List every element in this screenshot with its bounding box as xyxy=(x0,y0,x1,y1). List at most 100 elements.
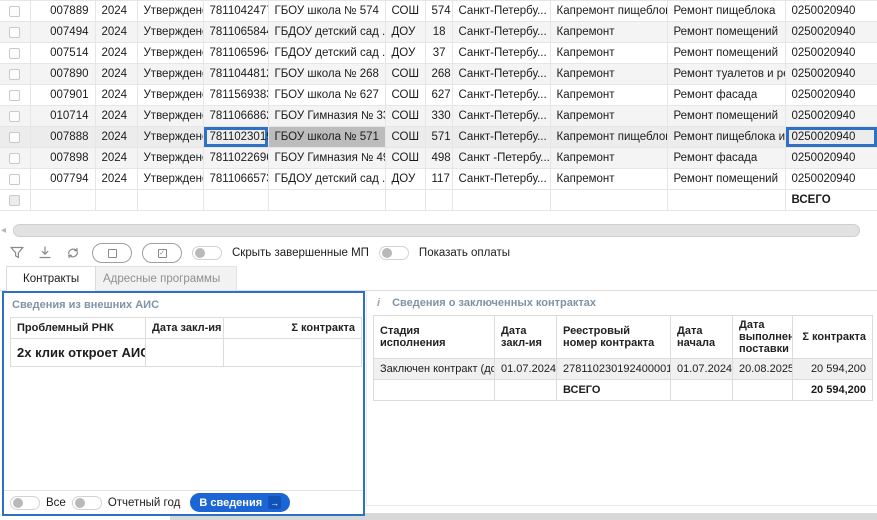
row-checkbox[interactable] xyxy=(9,153,20,164)
row-checkbox-cell[interactable] xyxy=(0,64,30,85)
cell-year[interactable]: 2024 xyxy=(95,22,137,43)
cell-num[interactable]: 18 xyxy=(425,22,452,43)
cell-type[interactable]: ДОУ xyxy=(385,43,425,64)
cell-status[interactable]: Утверждено xyxy=(137,1,203,22)
cell-status[interactable]: Утверждено xyxy=(137,22,203,43)
cell-code[interactable]: ВСЕГО xyxy=(785,190,877,211)
row-checkbox[interactable] xyxy=(9,174,20,185)
scrollbar-thumb[interactable] xyxy=(13,224,860,237)
table-horizontal-scrollbar[interactable]: ◂ xyxy=(0,224,877,238)
cell-program[interactable]: Капремонт xyxy=(550,169,667,190)
row-checkbox-cell[interactable] xyxy=(0,127,30,148)
cell-id[interactable]: 007494 xyxy=(30,22,95,43)
table-row[interactable]: 0107142024Утверждено7811066862ГБОУ Гимна… xyxy=(0,106,877,127)
cell-year[interactable]: 2024 xyxy=(95,85,137,106)
cell-id[interactable] xyxy=(30,190,95,211)
cell-city[interactable]: Санкт-Петербу... xyxy=(452,22,550,43)
row-checkbox-cell[interactable] xyxy=(0,190,30,211)
empty-cell[interactable] xyxy=(146,339,224,367)
cell-num[interactable]: 37 xyxy=(425,43,452,64)
cell-status[interactable]: Утверждено xyxy=(137,64,203,85)
row-checkbox-cell[interactable] xyxy=(0,43,30,64)
cell-year[interactable]: 2024 xyxy=(95,1,137,22)
cell-num[interactable]: 627 xyxy=(425,85,452,106)
select-all-button[interactable]: ✓ xyxy=(142,243,182,263)
cell-year[interactable]: 2024 xyxy=(95,64,137,85)
cell-type[interactable]: СОШ xyxy=(385,127,425,148)
cell-year[interactable]: 2024 xyxy=(95,106,137,127)
cell-status[interactable]: Утверждено xyxy=(137,148,203,169)
cell-code[interactable]: 0250020940 xyxy=(785,85,877,106)
tab-contracts[interactable]: Контракты xyxy=(6,266,96,291)
cell-rnk[interactable] xyxy=(203,190,268,211)
cell-type[interactable]: СОШ xyxy=(385,1,425,22)
row-checkbox-cell[interactable] xyxy=(0,85,30,106)
table-row[interactable]: Заключен контракт (до...01.07.2024278110… xyxy=(374,359,873,380)
cell-name[interactable]: ГБОУ школа № 627 xyxy=(268,85,385,106)
cell-status[interactable]: Утверждено xyxy=(137,169,203,190)
row-checkbox[interactable] xyxy=(9,132,20,143)
cell-rnk[interactable]: 7811065844 xyxy=(203,22,268,43)
cell-id[interactable]: 007901 xyxy=(30,85,95,106)
contract-cell[interactable]: 20.08.2025 xyxy=(733,359,793,380)
cell-work[interactable]: Ремонт фасада xyxy=(667,148,785,169)
contract-cell[interactable]: 20 594,200 xyxy=(793,359,873,380)
row-checkbox[interactable] xyxy=(9,111,20,122)
cell-type[interactable]: ДОУ xyxy=(385,169,425,190)
cell-year[interactable]: 2024 xyxy=(95,127,137,148)
report-year-toggle[interactable] xyxy=(72,496,102,510)
cell-id[interactable]: 007889 xyxy=(30,1,95,22)
cell-id[interactable]: 007514 xyxy=(30,43,95,64)
cell-type[interactable]: СОШ xyxy=(385,106,425,127)
cell-work[interactable]: Ремонт пищеблока и ... xyxy=(667,127,785,148)
table-row[interactable]: 0079012024Утверждено7811569383ГБОУ школа… xyxy=(0,85,877,106)
table-row[interactable]: 2х клик откроет АИС xyxy=(11,339,362,367)
cell-id[interactable]: 007888 xyxy=(30,127,95,148)
cell-city[interactable]: Санкт-Петербу... xyxy=(452,1,550,22)
cell-code[interactable]: 0250020940 xyxy=(785,22,877,43)
cell-name[interactable]: ГБОУ школа № 268 xyxy=(268,64,385,85)
selection-mode-toggle[interactable] xyxy=(192,246,222,260)
cell-work[interactable]: Ремонт туалетов и ре... xyxy=(667,64,785,85)
row-checkbox[interactable] xyxy=(9,195,20,206)
cell-city[interactable]: Санкт-Петербу... xyxy=(452,127,550,148)
cell-city[interactable]: Санкт-Петербу... xyxy=(452,106,550,127)
table-row[interactable]: 0078902024Утверждено7811044812ГБОУ школа… xyxy=(0,64,877,85)
cell-city[interactable]: Санкт -Петербу... xyxy=(452,148,550,169)
cell-city[interactable] xyxy=(452,190,550,211)
cell-work[interactable]: Ремонт фасада xyxy=(667,85,785,106)
table-row[interactable]: 0078982024Утверждено7811022696ГБОУ Гимна… xyxy=(0,148,877,169)
to-details-button[interactable]: В сведения → xyxy=(190,493,290,512)
cell-rnk[interactable]: 7811044812 xyxy=(203,64,268,85)
cell-name[interactable]: ГБОУ Гимназия № 330 xyxy=(268,106,385,127)
cell-year[interactable] xyxy=(95,190,137,211)
cell-name[interactable] xyxy=(268,190,385,211)
table-row[interactable]: 0077942024Утверждено7811066573ГБДОУ детс… xyxy=(0,169,877,190)
table-row[interactable]: 0075142024Утверждено7811065964ГБДОУ детс… xyxy=(0,43,877,64)
cell-type[interactable] xyxy=(385,190,425,211)
cell-name[interactable]: ГБДОУ детский сад ... xyxy=(268,43,385,64)
cell-type[interactable]: СОШ xyxy=(385,148,425,169)
tab-address-programs[interactable]: Адресные программы xyxy=(86,266,237,291)
cell-id[interactable]: 007898 xyxy=(30,148,95,169)
row-checkbox[interactable] xyxy=(9,90,20,101)
cell-status[interactable]: Утверждено xyxy=(137,106,203,127)
select-none-button[interactable] xyxy=(92,243,132,263)
cell-name[interactable]: ГБОУ школа № 571 xyxy=(268,127,385,148)
cell-name[interactable]: ГБОУ школа № 574 xyxy=(268,1,385,22)
contract-cell[interactable]: 2781102301924000017 xyxy=(557,359,671,380)
cell-code[interactable]: 0250020940 xyxy=(785,148,877,169)
empty-cell[interactable] xyxy=(224,339,362,367)
cell-type[interactable]: СОШ xyxy=(385,85,425,106)
row-checkbox[interactable] xyxy=(9,27,20,38)
filter-icon[interactable] xyxy=(8,244,26,262)
cell-city[interactable]: Санкт-Петербу... xyxy=(452,85,550,106)
cell-program[interactable]: Капремонт xyxy=(550,22,667,43)
cell-status[interactable]: Утверждено xyxy=(137,43,203,64)
cell-name[interactable]: ГБОУ Гимназия № 498 xyxy=(268,148,385,169)
cell-year[interactable]: 2024 xyxy=(95,169,137,190)
cell-program[interactable]: Капремонт пищеблок... xyxy=(550,1,667,22)
cell-program[interactable]: Капремонт xyxy=(550,148,667,169)
contract-cell[interactable]: 01.07.2024 xyxy=(671,359,733,380)
cell-work[interactable]: Ремонт пищеблока xyxy=(667,1,785,22)
